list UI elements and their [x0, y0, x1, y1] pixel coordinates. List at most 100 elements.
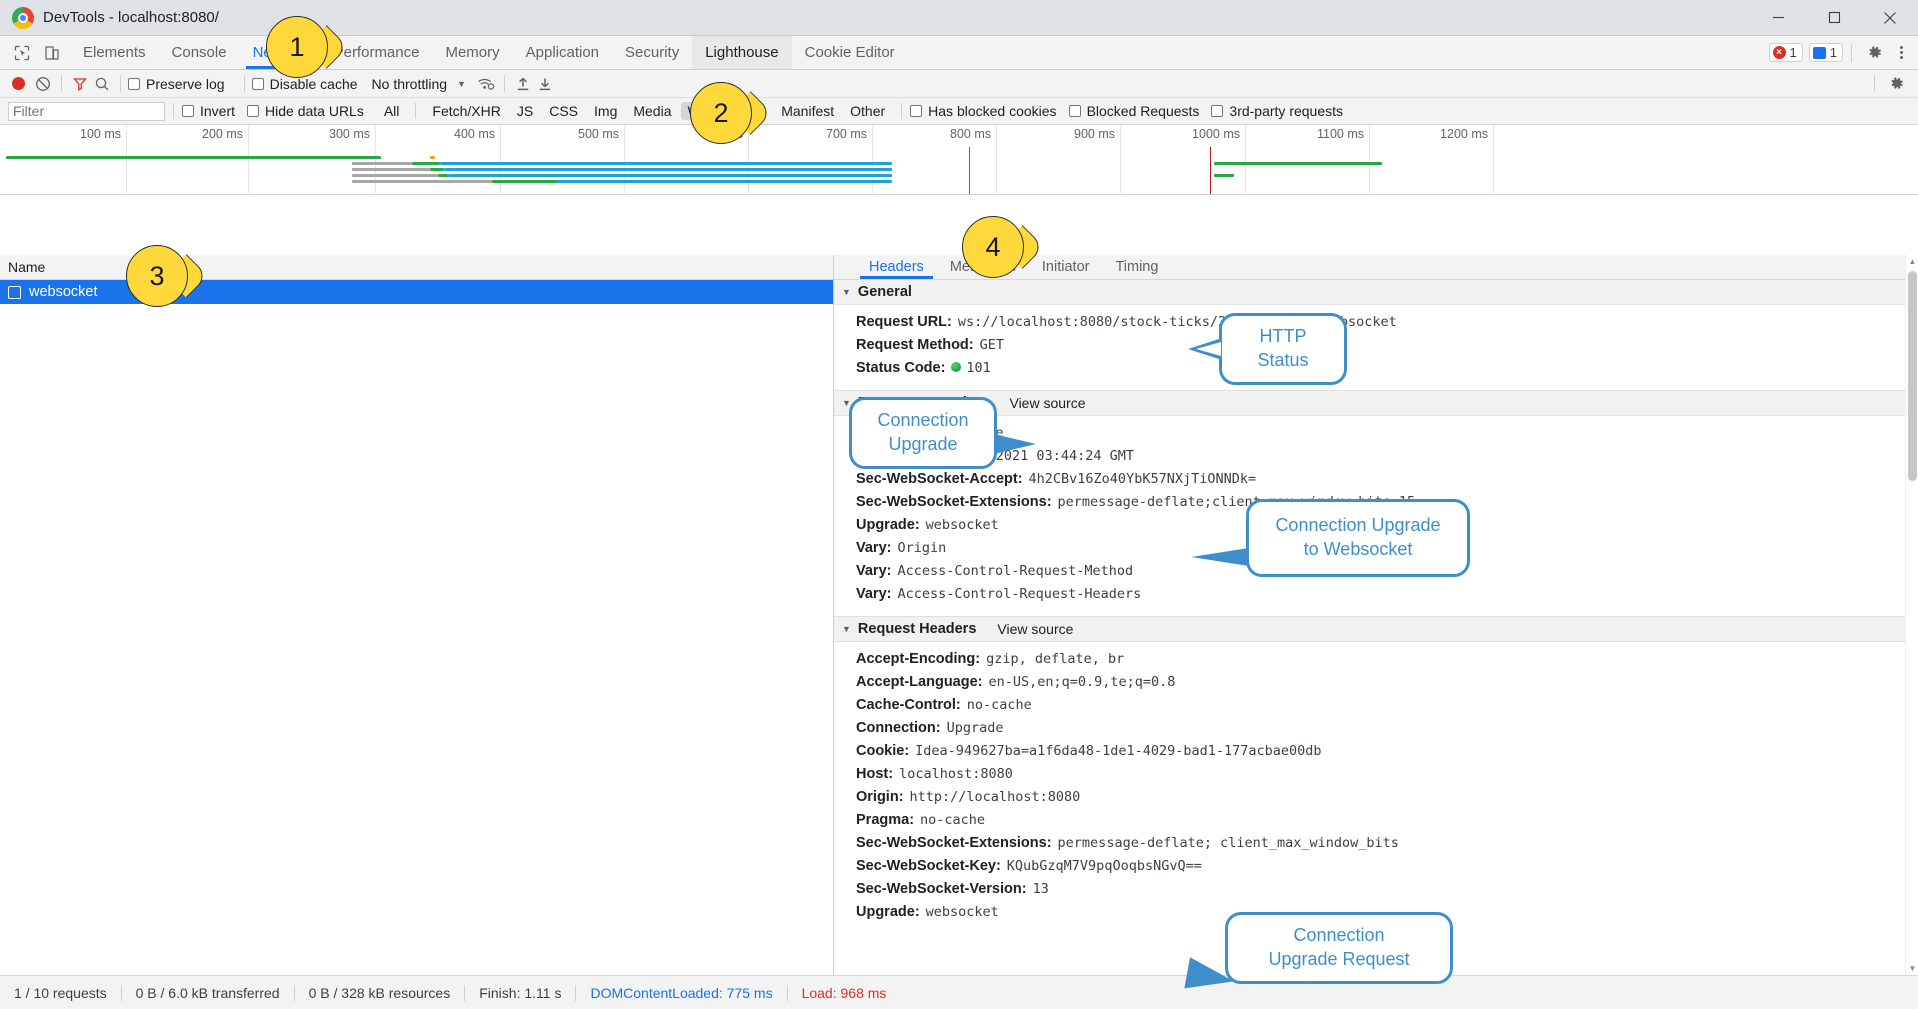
tab-console[interactable]: Console — [159, 36, 240, 69]
checkbox-box — [910, 105, 922, 117]
tab-security[interactable]: Security — [612, 36, 692, 69]
hide-data-urls-label: Hide data URLs — [265, 103, 364, 119]
tab-cookie-editor[interactable]: Cookie Editor — [792, 36, 908, 69]
divider — [1851, 44, 1852, 62]
header-value: Upgrade — [947, 720, 1004, 737]
hide-data-urls-checkbox[interactable]: Hide data URLs — [247, 103, 364, 119]
has-blocked-cookies-checkbox[interactable]: Has blocked cookies — [910, 103, 1056, 119]
record-icon[interactable] — [12, 77, 25, 90]
gear-icon[interactable] — [1882, 71, 1910, 97]
request-sec-websocket-version-row: Sec-WebSocket-Version: 13 — [834, 878, 1918, 901]
header-value: websocket — [926, 904, 999, 921]
header-name: Sec-WebSocket-Extensions: — [856, 494, 1052, 511]
export-har-icon[interactable] — [534, 73, 556, 95]
chevron-down-icon: ▼ — [842, 624, 851, 634]
throttling-select[interactable]: No throttling — [372, 76, 447, 92]
view-source-link[interactable]: View source — [1009, 395, 1085, 411]
blocked-requests-checkbox[interactable]: Blocked Requests — [1069, 103, 1200, 119]
overview-tick-label: 900 ms — [1074, 127, 1120, 141]
overview-band — [438, 174, 448, 177]
type-filter-all[interactable]: All — [377, 102, 407, 120]
details-scrollbar[interactable]: ▲ ▼ — [1905, 255, 1918, 975]
minimize-button[interactable] — [1750, 0, 1806, 36]
preserve-log-checkbox[interactable]: Preserve log — [128, 76, 225, 92]
websocket-request-row[interactable]: websocket — [0, 280, 833, 304]
tab-elements[interactable]: Elements — [70, 36, 159, 69]
type-filter-media[interactable]: Media — [626, 102, 678, 120]
scroll-up-arrow[interactable]: ▲ — [1906, 255, 1918, 268]
gear-icon[interactable] — [1860, 40, 1888, 66]
annotation-text: Connection Upgrade — [877, 409, 968, 457]
response-sec-websocket-accept-row: Sec-WebSocket-Accept: 4h2CBv16Zo40YbK57N… — [834, 468, 1918, 491]
type-filter-css[interactable]: CSS — [542, 102, 585, 120]
overview-tick-label: 700 ms — [826, 127, 872, 141]
divider — [61, 75, 62, 92]
tab-initiator[interactable]: Initiator — [1029, 255, 1103, 279]
network-overview-timeline[interactable]: 100 ms 200 ms 300 ms 400 ms 500 ms 600 m… — [0, 125, 1918, 195]
header-value: KQubGzqM7V9pqOoqbsNGvQ== — [1007, 858, 1202, 875]
checkbox-box — [182, 105, 194, 117]
request-sec-websocket-extensions-row: Sec-WebSocket-Extensions: permessage-def… — [834, 832, 1918, 855]
header-name: Request Method: — [856, 337, 974, 354]
type-filter-js[interactable]: JS — [510, 102, 540, 120]
header-value: 4h2CBv16Zo40YbK57NXjTiONNDk= — [1029, 471, 1257, 488]
tab-timing[interactable]: Timing — [1102, 255, 1171, 279]
network-split-view: Name websocket Headers Messages Initiato… — [0, 255, 1918, 975]
overview-band — [430, 168, 444, 171]
device-toolbar-icon[interactable] — [38, 40, 66, 66]
search-icon[interactable] — [91, 73, 113, 95]
annotation-bubble-connection-upgrade-to-websocket: Connection Upgrade to Websocket — [1246, 499, 1470, 577]
network-conditions-icon[interactable] — [475, 73, 497, 95]
filter-input[interactable] — [8, 102, 165, 121]
view-source-link[interactable]: View source — [997, 621, 1073, 637]
checkbox-box — [252, 78, 264, 90]
restore-button[interactable] — [1806, 0, 1862, 36]
invert-checkbox[interactable]: Invert — [182, 103, 235, 119]
request-cache-control-row: Cache-Control: no-cache — [834, 694, 1918, 717]
section-header-request-headers[interactable]: ▼ Request Headers View source — [834, 616, 1918, 642]
type-filter-img[interactable]: Img — [587, 102, 624, 120]
header-value: 13 — [1033, 881, 1049, 898]
chevron-down-icon[interactable]: ▼ — [457, 79, 466, 89]
import-har-icon[interactable] — [512, 73, 534, 95]
header-name: Origin: — [856, 789, 904, 806]
request-header-list: Accept-Encoding: gzip, deflate, br Accep… — [834, 642, 1918, 934]
clear-icon[interactable] — [32, 73, 54, 95]
filter-icon[interactable] — [69, 73, 91, 95]
type-filter-fetch-xhr[interactable]: Fetch/XHR — [425, 102, 507, 120]
info-count-badge[interactable]: 1 — [1809, 43, 1843, 62]
bubble-tail — [994, 434, 1036, 454]
annotation-text: HTTP Status — [1257, 325, 1308, 373]
type-filter-manifest[interactable]: Manifest — [774, 102, 841, 120]
annotation-label: 3 — [149, 261, 164, 292]
header-name: Sec-WebSocket-Key: — [856, 858, 1001, 875]
error-count-badge[interactable]: × 1 — [1769, 43, 1803, 62]
section-header-general[interactable]: ▼ General — [834, 280, 1918, 305]
close-button[interactable] — [1862, 0, 1918, 36]
kebab-menu-icon[interactable] — [1894, 46, 1909, 59]
third-party-requests-checkbox[interactable]: 3rd-party requests — [1211, 103, 1343, 119]
header-value: GET — [980, 337, 1004, 354]
type-filter-other[interactable]: Other — [843, 102, 892, 120]
scroll-down-arrow[interactable]: ▼ — [1906, 962, 1918, 975]
tab-label: Initiator — [1042, 259, 1090, 275]
tab-headers[interactable]: Headers — [856, 255, 937, 279]
inspect-element-icon[interactable] — [8, 40, 36, 66]
tab-memory[interactable]: Memory — [432, 36, 512, 69]
divider — [415, 103, 416, 119]
header-name: Vary: — [856, 563, 891, 580]
tab-label: Console — [172, 44, 227, 61]
tab-application[interactable]: Application — [513, 36, 612, 69]
tab-lighthouse[interactable]: Lighthouse — [692, 36, 791, 69]
overview-band — [352, 162, 412, 165]
header-name: Upgrade: — [856, 904, 920, 921]
checkbox-box — [1069, 105, 1081, 117]
request-list-header[interactable]: Name — [0, 255, 833, 280]
overview-band — [440, 162, 892, 165]
overview-tick-label: 800 ms — [950, 127, 996, 141]
scrollbar-thumb[interactable] — [1908, 271, 1917, 481]
overview-tick-label: 500 ms — [578, 127, 624, 141]
header-name: Request URL: — [856, 314, 952, 331]
request-origin-row: Origin: http://localhost:8080 — [834, 786, 1918, 809]
overview-band — [352, 168, 430, 171]
